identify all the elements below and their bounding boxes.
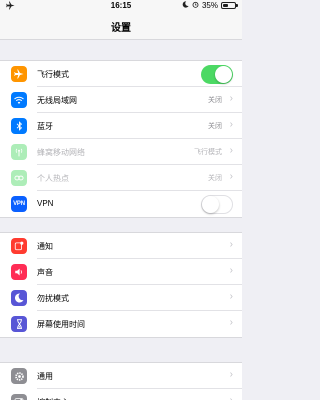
vpn-toggle[interactable] [201, 195, 233, 214]
settings-group: 飞行模式 无线局域网 关闭 › 蓝牙 关闭 › 蜂窝移动网络 飞行模式 › 个人热点 关闭 › VPN VP… [0, 60, 242, 218]
hourglass-icon [11, 316, 27, 332]
antenna-icon [11, 144, 27, 160]
status-bar: 16:15 35% [0, 0, 242, 12]
settings-row-do-not-disturb[interactable]: 勿扰模式 › [0, 285, 242, 311]
toggle-knob [215, 66, 232, 83]
settings-row-label: 声音 [37, 268, 53, 277]
settings-row-bluetooth[interactable]: 蓝牙 关闭 › [0, 113, 242, 139]
notification-icon [11, 238, 27, 254]
settings-row-label: 蜂窝移动网络 [37, 148, 85, 157]
chevron-right-icon: › [229, 265, 233, 276]
page-title: 设置 [111, 23, 131, 34]
settings-row-label: 通用 [37, 372, 53, 381]
settings-row-value: 关闭 [208, 97, 222, 104]
toggle-knob [202, 196, 219, 213]
settings-row-label: 蓝牙 [37, 122, 53, 131]
settings-row-wlan[interactable]: 无线局域网 关闭 › [0, 87, 242, 113]
vpn-icon: VPN [11, 196, 27, 212]
settings-row-cellular: 蜂窝移动网络 飞行模式 › [0, 139, 242, 165]
settings-row-label: 勿扰模式 [37, 294, 69, 303]
chevron-right-icon: › [229, 119, 233, 130]
battery-icon [221, 2, 238, 9]
bluetooth-icon [11, 118, 27, 134]
gear-icon [11, 368, 27, 384]
settings-row-notifications[interactable]: 通知 › [0, 233, 242, 259]
chevron-right-icon: › [230, 395, 233, 400]
settings-group: 通知 › 声音 › 勿扰模式 › 屏幕使用时间 › [0, 232, 242, 338]
settings-row-value: 飞行模式 [194, 149, 222, 156]
chevron-right-icon: › [229, 93, 233, 104]
alarm-icon [192, 1, 199, 10]
settings-row-label: VPN [37, 199, 54, 208]
battery-percent: 35% [201, 1, 218, 10]
chevron-right-icon: › [229, 145, 233, 156]
settings-row-label: 飞行模式 [37, 70, 69, 79]
settings-row-label: 个人热点 [37, 174, 69, 183]
settings-row-hotspot: 个人热点 关闭 › [0, 165, 242, 191]
settings-row-control-center[interactable]: 控制中心› [0, 389, 242, 400]
link-icon [11, 170, 27, 186]
settings-row-vpn[interactable]: VPN VPN [0, 191, 242, 217]
settings-row-label: 无线局域网 [37, 96, 77, 105]
chevron-right-icon: › [229, 171, 233, 182]
wifi-icon [11, 92, 27, 108]
airplane-icon [11, 66, 27, 82]
moon-icon [11, 290, 27, 306]
settings-row-label: 通知 [37, 242, 53, 251]
airplane-mode-toggle[interactable] [201, 65, 233, 84]
chevron-right-icon: › [229, 369, 233, 380]
settings-group: 通用›控制中心› [0, 362, 242, 400]
settings-row-value: 关闭 [208, 123, 222, 130]
chevron-right-icon: › [229, 239, 233, 250]
chevron-right-icon: › [229, 317, 233, 328]
settings-row-general[interactable]: 通用 › [0, 363, 242, 389]
settings-row-screen-time[interactable]: 屏幕使用时间 › [0, 311, 242, 337]
switches-icon [11, 394, 27, 400]
moon-icon [182, 1, 189, 10]
nav-bar: 设置 [0, 12, 242, 40]
settings-row-value: 关闭 [208, 175, 222, 182]
settings-row-airplane-mode[interactable]: 飞行模式 [0, 61, 242, 87]
speaker-icon [11, 264, 27, 280]
settings-row-label: 屏幕使用时间 [37, 320, 85, 329]
settings-row-sounds[interactable]: 声音 › [0, 259, 242, 285]
chevron-right-icon: › [229, 291, 233, 302]
